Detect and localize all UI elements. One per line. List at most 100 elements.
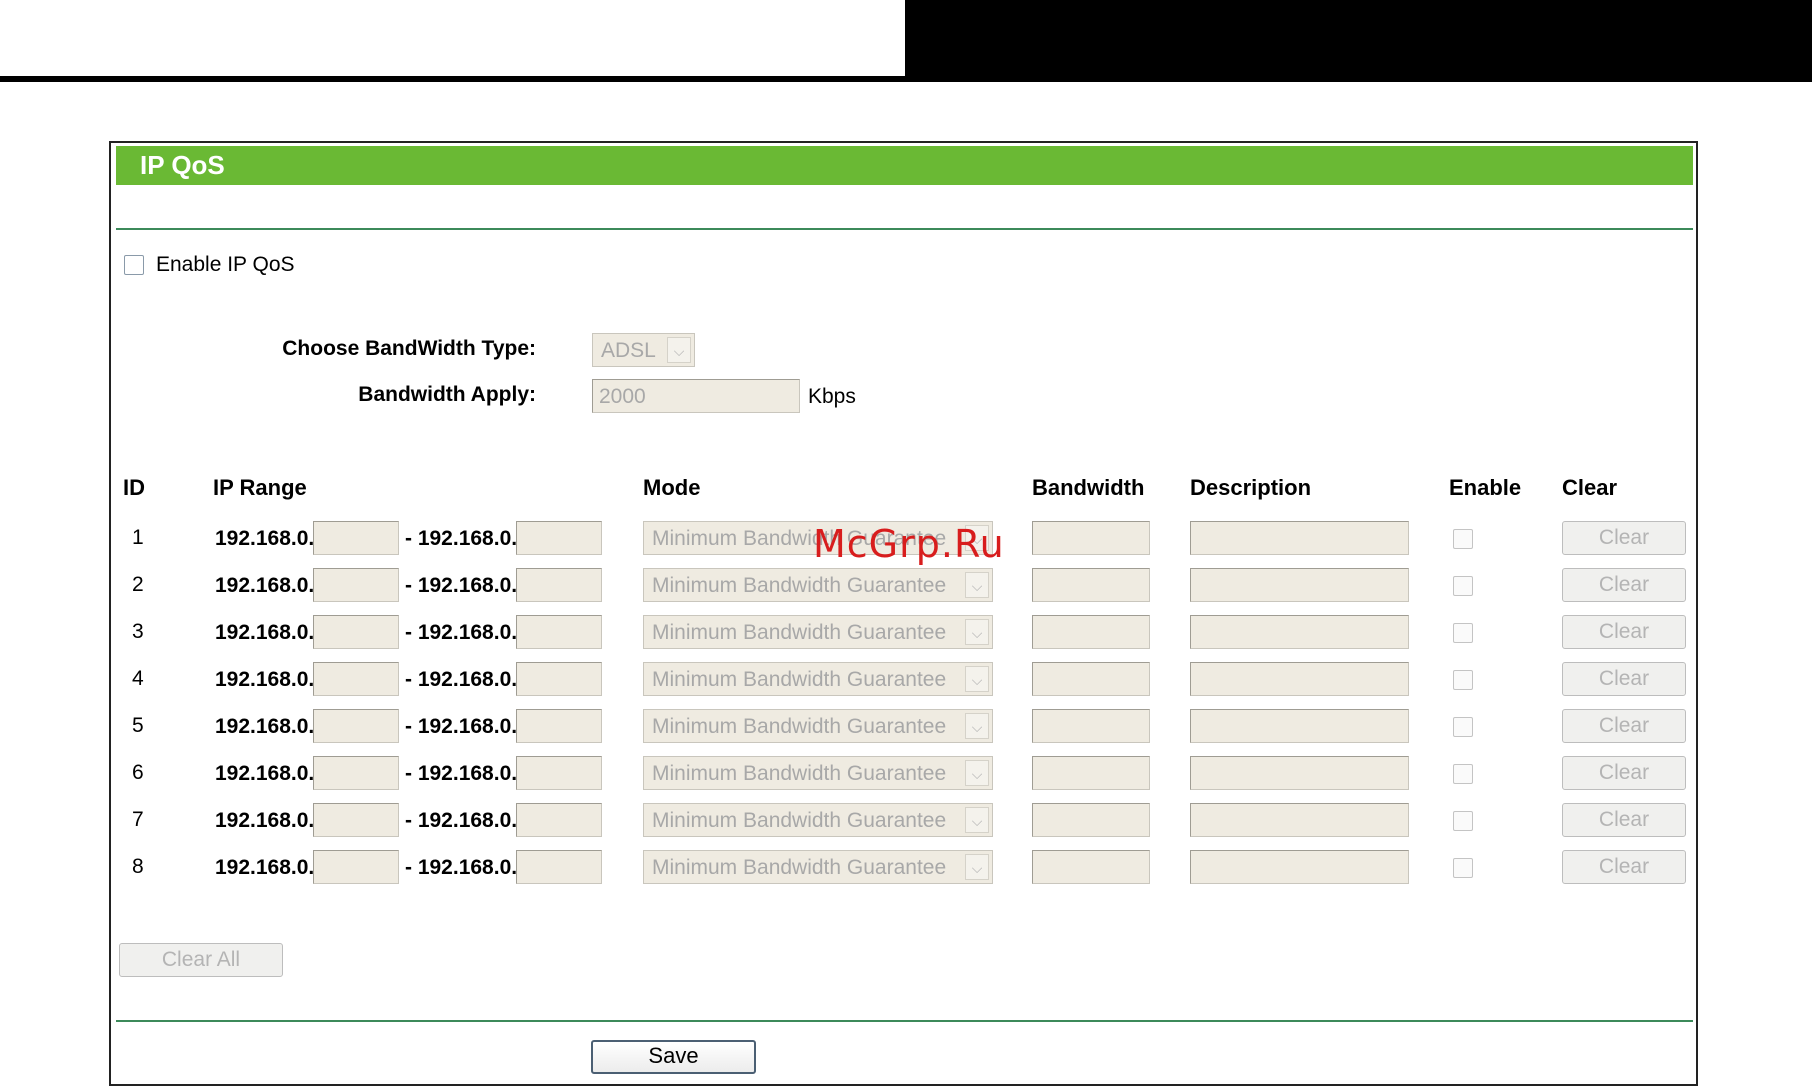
- ip-start-input[interactable]: [313, 709, 399, 743]
- bandwidth-type-value: ADSL: [601, 339, 656, 362]
- ip-end-input[interactable]: [516, 662, 602, 696]
- bandwidth-input[interactable]: [1032, 662, 1150, 696]
- mode-select[interactable]: Minimum Bandwidth Guarantee ⌵: [643, 662, 993, 696]
- description-input[interactable]: [1190, 756, 1409, 790]
- clear-all-button[interactable]: Clear All: [119, 943, 283, 977]
- header-bandwidth: Bandwidth: [1032, 475, 1145, 500]
- row-enable-checkbox[interactable]: [1453, 717, 1473, 737]
- mode-select[interactable]: Minimum Bandwidth Guarantee ⌵: [643, 756, 993, 790]
- ip-prefix-start: 192.168.0.: [215, 668, 315, 691]
- chevron-down-icon: ⌵: [965, 713, 989, 739]
- ip-start-input[interactable]: [313, 662, 399, 696]
- bandwidth-input[interactable]: [1032, 756, 1150, 790]
- divider: [116, 228, 1693, 230]
- ip-range-separator: - 192.168.0.: [405, 856, 518, 879]
- ip-prefix-start: 192.168.0.: [215, 621, 315, 644]
- mode-select[interactable]: Minimum Bandwidth Guarantee ⌵: [643, 615, 993, 649]
- table-row: 5 192.168.0. - 192.168.0. Minimum Bandwi…: [111, 709, 1696, 749]
- mode-select[interactable]: Minimum Bandwidth Guarantee ⌵: [643, 709, 993, 743]
- ip-prefix-start: 192.168.0.: [215, 762, 315, 785]
- enable-ip-qos-label: Enable IP QoS: [156, 253, 295, 276]
- mode-select[interactable]: Minimum Bandwidth Guarantee ⌵: [643, 568, 993, 602]
- mode-value: Minimum Bandwidth Guarantee: [652, 762, 947, 785]
- row-id: 3: [132, 620, 144, 643]
- description-input[interactable]: [1190, 521, 1409, 555]
- ip-range-separator: - 192.168.0.: [405, 621, 518, 644]
- row-clear-button[interactable]: Clear: [1562, 709, 1686, 743]
- ip-end-input[interactable]: [516, 568, 602, 602]
- bandwidth-input[interactable]: [1032, 850, 1150, 884]
- ip-end-input[interactable]: [516, 709, 602, 743]
- ip-end-input[interactable]: [516, 521, 602, 555]
- ip-start-input[interactable]: [313, 756, 399, 790]
- header-id: ID: [123, 475, 145, 500]
- chevron-down-icon: ⌵: [667, 337, 691, 363]
- description-input[interactable]: [1190, 568, 1409, 602]
- ip-start-input[interactable]: [313, 615, 399, 649]
- ip-range-separator: - 192.168.0.: [405, 809, 518, 832]
- row-enable-checkbox[interactable]: [1453, 576, 1473, 596]
- ip-prefix-start: 192.168.0.: [215, 527, 315, 550]
- ip-range-separator: - 192.168.0.: [405, 527, 518, 550]
- mode-select[interactable]: Minimum Bandwidth Guarantee ⌵: [643, 803, 993, 837]
- bandwidth-input[interactable]: [1032, 615, 1150, 649]
- ip-prefix-start: 192.168.0.: [215, 856, 315, 879]
- enable-ip-qos-checkbox[interactable]: [124, 255, 144, 275]
- row-clear-button[interactable]: Clear: [1562, 756, 1686, 790]
- row-enable-checkbox[interactable]: [1453, 623, 1473, 643]
- row-enable-checkbox[interactable]: [1453, 670, 1473, 690]
- chevron-down-icon: ⌵: [965, 666, 989, 692]
- bandwidth-input[interactable]: [1032, 709, 1150, 743]
- page-title: IP QoS: [116, 146, 1693, 185]
- row-id: 6: [132, 761, 144, 784]
- ip-end-input[interactable]: [516, 803, 602, 837]
- row-id: 7: [132, 808, 144, 831]
- row-id: 1: [132, 526, 144, 549]
- bandwidth-input[interactable]: [1032, 568, 1150, 602]
- header-enable: Enable: [1449, 475, 1522, 500]
- save-button[interactable]: Save: [591, 1040, 756, 1074]
- mode-value: Minimum Bandwidth Guarantee: [652, 668, 947, 691]
- bandwidth-apply-input[interactable]: 2000: [592, 379, 800, 413]
- row-enable-checkbox[interactable]: [1453, 858, 1473, 878]
- description-input[interactable]: [1190, 662, 1409, 696]
- row-clear-button[interactable]: Clear: [1562, 662, 1686, 696]
- row-enable-checkbox[interactable]: [1453, 811, 1473, 831]
- ip-prefix-start: 192.168.0.: [215, 574, 315, 597]
- row-enable-checkbox[interactable]: [1453, 529, 1473, 549]
- row-clear-button[interactable]: Clear: [1562, 803, 1686, 837]
- description-input[interactable]: [1190, 615, 1409, 649]
- chevron-down-icon: ⌵: [965, 760, 989, 786]
- top-divider: [0, 76, 1812, 82]
- description-input[interactable]: [1190, 850, 1409, 884]
- table-row: 4 192.168.0. - 192.168.0. Minimum Bandwi…: [111, 662, 1696, 702]
- ip-start-input[interactable]: [313, 568, 399, 602]
- bandwidth-input[interactable]: [1032, 803, 1150, 837]
- mode-select[interactable]: Minimum Bandwidth Guarantee ⌵: [643, 850, 993, 884]
- header-mode: Mode: [643, 475, 701, 500]
- ip-range-separator: - 192.168.0.: [405, 715, 518, 738]
- row-id: 5: [132, 714, 144, 737]
- table-row: 8 192.168.0. - 192.168.0. Minimum Bandwi…: [111, 850, 1696, 890]
- mode-value: Minimum Bandwidth Guarantee: [652, 621, 947, 644]
- ip-start-input[interactable]: [313, 803, 399, 837]
- row-enable-checkbox[interactable]: [1453, 764, 1473, 784]
- bandwidth-unit: Kbps: [808, 385, 856, 408]
- bandwidth-input[interactable]: [1032, 521, 1150, 555]
- mode-value: Minimum Bandwidth Guarantee: [652, 715, 947, 738]
- description-input[interactable]: [1190, 709, 1409, 743]
- mode-value: Minimum Bandwidth Guarantee: [652, 574, 947, 597]
- chevron-down-icon: ⌵: [965, 619, 989, 645]
- description-input[interactable]: [1190, 803, 1409, 837]
- ip-start-input[interactable]: [313, 521, 399, 555]
- ip-end-input[interactable]: [516, 756, 602, 790]
- row-clear-button[interactable]: Clear: [1562, 850, 1686, 884]
- row-clear-button[interactable]: Clear: [1562, 568, 1686, 602]
- bandwidth-type-select[interactable]: ADSL ⌵: [592, 333, 695, 367]
- ip-end-input[interactable]: [516, 615, 602, 649]
- row-clear-button[interactable]: Clear: [1562, 521, 1686, 555]
- top-black-bar: [905, 0, 1812, 76]
- row-clear-button[interactable]: Clear: [1562, 615, 1686, 649]
- ip-end-input[interactable]: [516, 850, 602, 884]
- ip-start-input[interactable]: [313, 850, 399, 884]
